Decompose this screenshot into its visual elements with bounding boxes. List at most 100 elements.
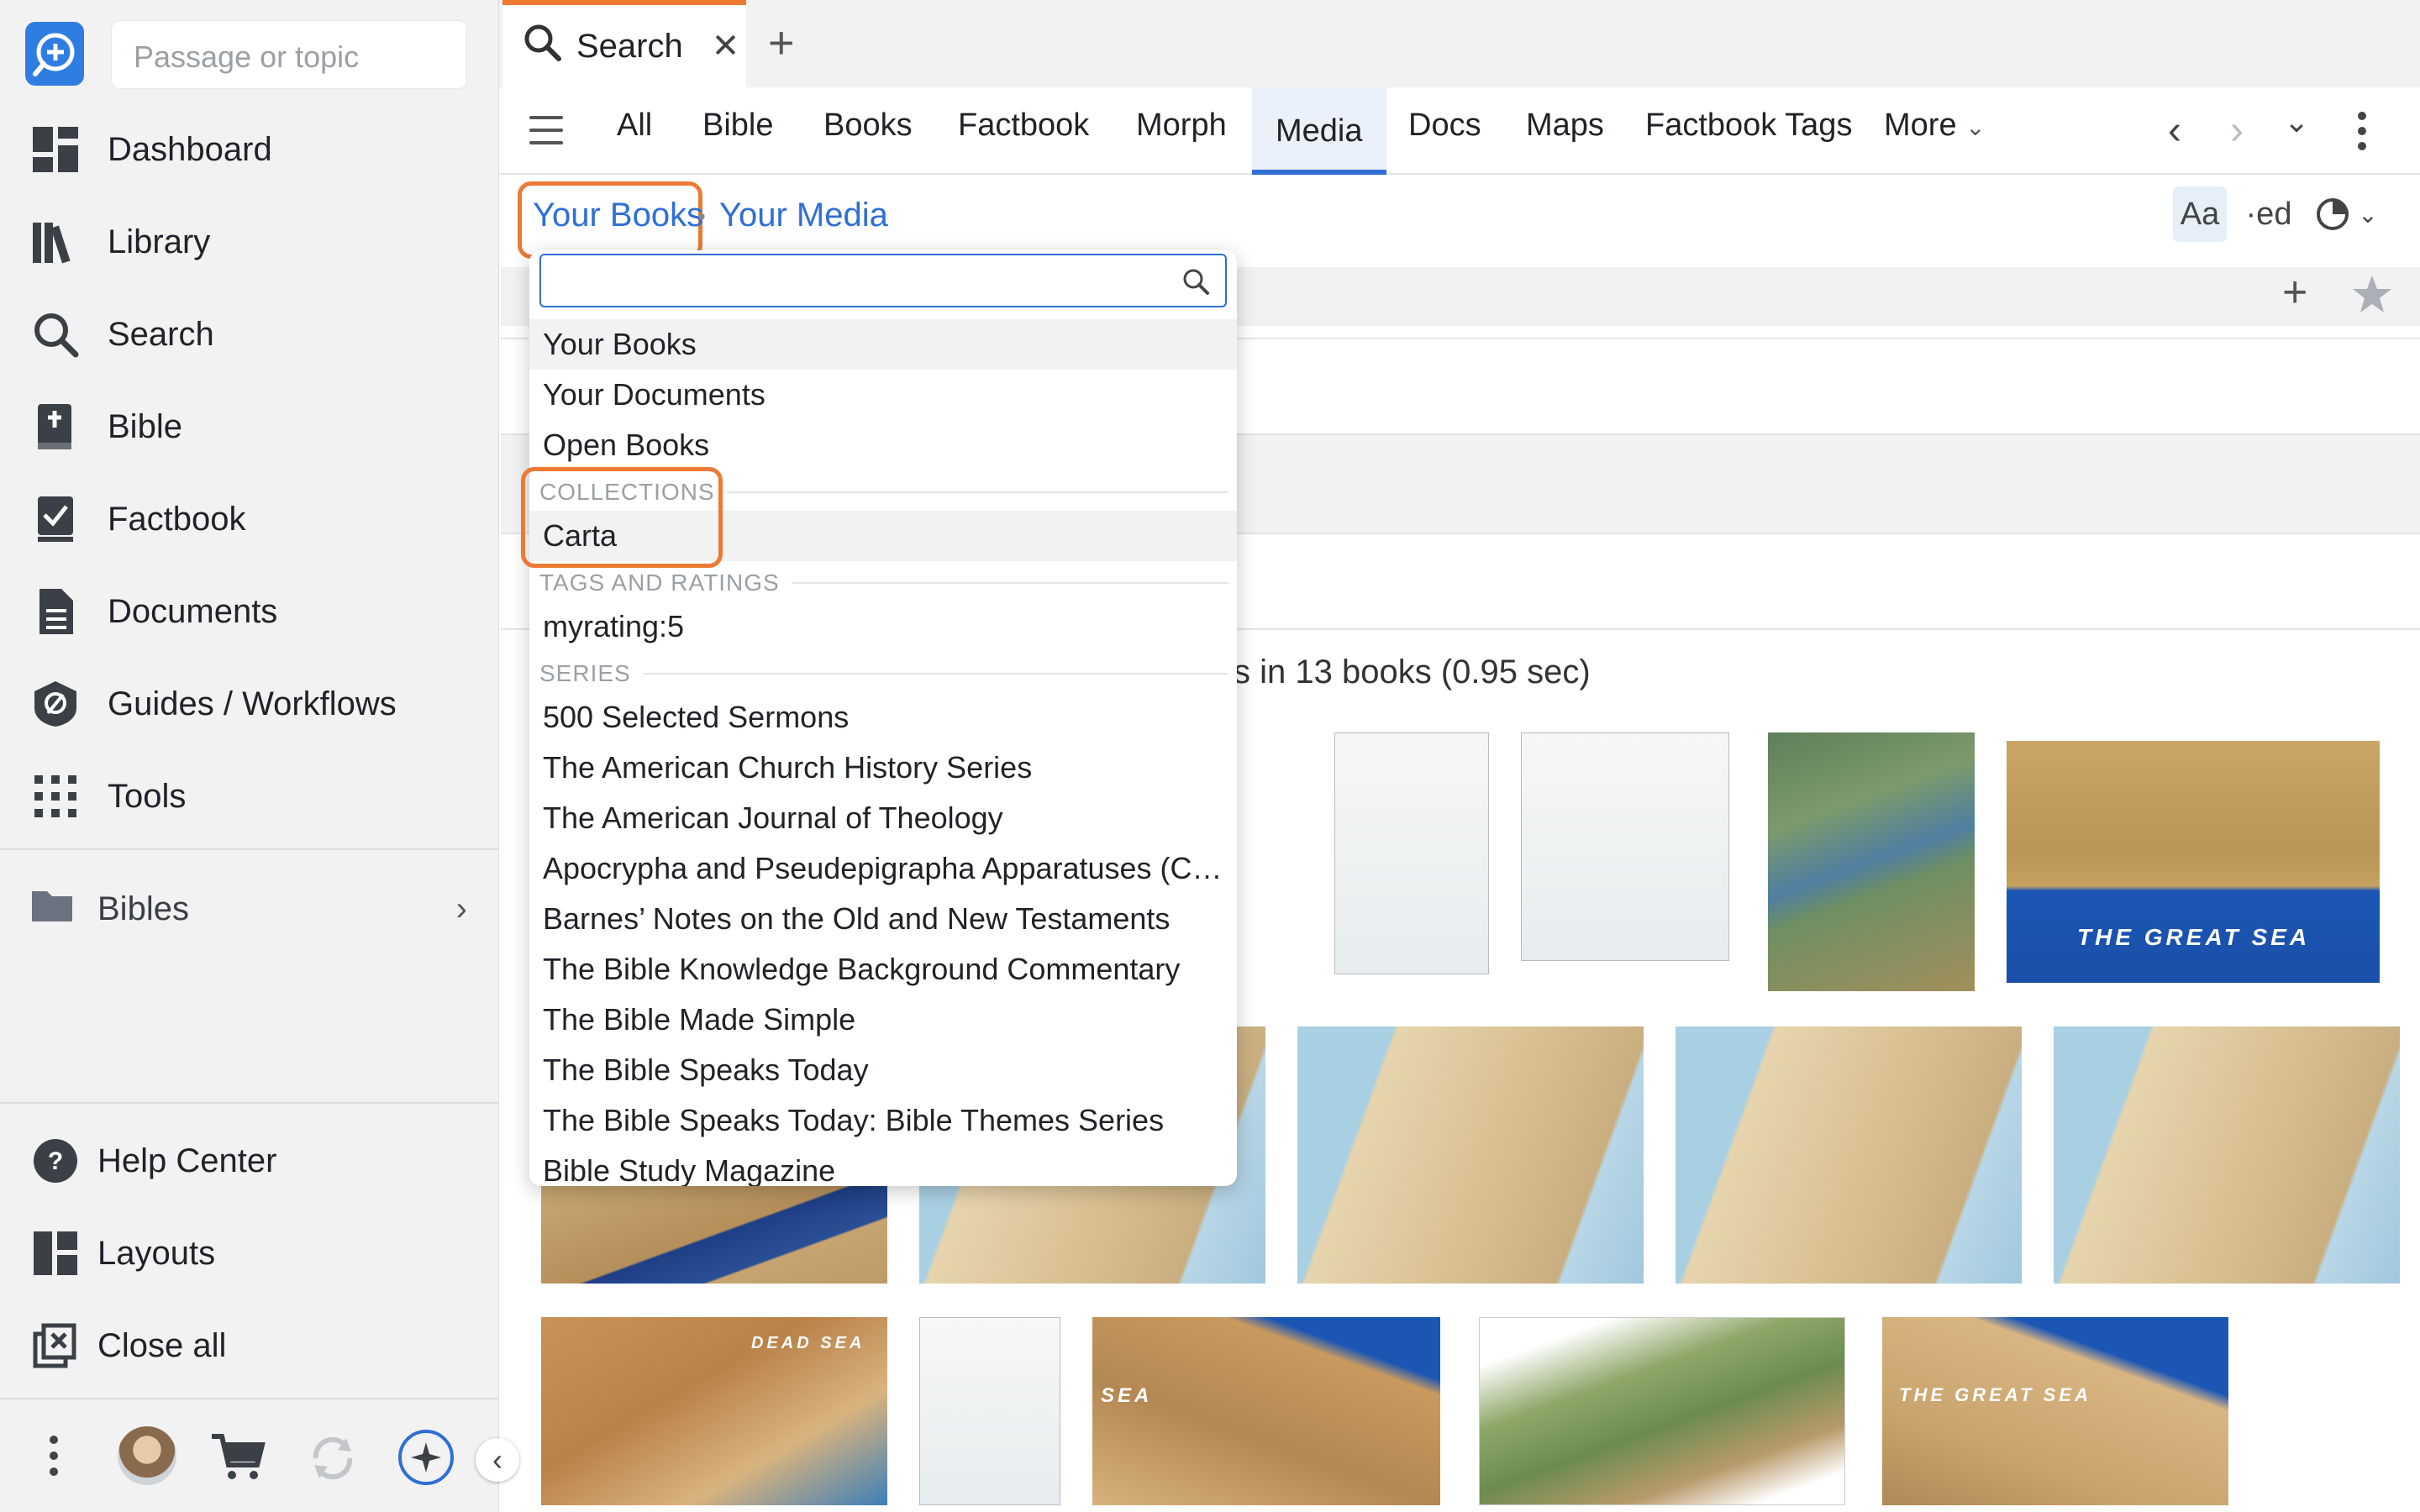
dropdown-item-series[interactable]: The Bible Knowledge Background Commentar… <box>543 944 1223 995</box>
tab-morph[interactable]: Morph <box>1136 108 1227 175</box>
sidebar-bottom-bar: ‹ <box>0 1401 519 1512</box>
sidebar-item-library[interactable]: Library <box>30 208 210 276</box>
dropdown-item-series[interactable]: 500 Selected Sermons <box>543 692 1223 743</box>
tab-media[interactable]: Media <box>1252 87 1386 175</box>
inline-edit-button[interactable]: ·ed <box>2245 186 2292 242</box>
thumbnail-caption: DEAD SEA <box>751 1334 865 1352</box>
highlight-box <box>521 467 723 568</box>
add-tab-button[interactable]: + <box>768 17 795 69</box>
dropdown-item-open-books[interactable]: Open Books <box>543 420 1223 470</box>
cart-icon[interactable] <box>210 1431 266 1486</box>
sidebar-folder-label: Bibles <box>97 890 189 927</box>
sidebar-item-close-all[interactable]: Close all <box>30 1312 226 1379</box>
avatar[interactable] <box>118 1426 176 1485</box>
passage-input[interactable]: Passage or topic <box>111 20 467 89</box>
dropdown-item-series[interactable]: The Bible Speaks Today <box>543 1045 1223 1095</box>
media-thumbnail[interactable] <box>1676 1026 2022 1284</box>
tab-docs[interactable]: Docs <box>1408 108 1481 175</box>
thumbnail-caption: THE GREAT SEA <box>2077 924 2311 950</box>
documents-icon <box>30 586 81 637</box>
search-type-nav: All Bible Books Factbook Morph Media Doc… <box>499 87 2420 175</box>
sidebar-item-label: Factbook <box>108 500 246 538</box>
header-label: TAGS AND RATINGS <box>539 570 780 596</box>
tab-maps[interactable]: Maps <box>1526 108 1604 175</box>
app-logo-icon[interactable] <box>25 22 84 86</box>
sidebar-item-label: Documents <box>108 592 278 630</box>
display-mode-icon[interactable]: ⌄ <box>2312 186 2380 242</box>
more-vertical-icon[interactable] <box>2356 111 2368 155</box>
left-sidebar: Passage or topic Dashboard Library Searc… <box>0 0 519 1512</box>
dropdown-item-your-documents[interactable]: Your Documents <box>543 370 1223 420</box>
sidebar-item-help-center[interactable]: ? Help Center <box>30 1127 276 1194</box>
dropdown-item-series[interactable]: Bible Study Magazine <box>543 1146 1223 1186</box>
dropdown-item-series[interactable]: The American Church History Series <box>543 743 1223 793</box>
more-vertical-icon[interactable] <box>47 1435 60 1481</box>
media-thumbnail[interactable] <box>1479 1317 1845 1505</box>
media-thumbnail[interactable]: THE GREAT SEA <box>2007 741 2380 983</box>
tab-factbook[interactable]: Factbook <box>958 108 1089 175</box>
tab-more[interactable]: More ⌄ <box>1884 108 1986 175</box>
layouts-icon <box>30 1228 81 1278</box>
dropdown-item-series[interactable]: The American Journal of Theology <box>543 793 1223 843</box>
menu-icon[interactable] <box>529 116 563 144</box>
media-thumbnail[interactable]: SEA <box>1092 1317 1440 1505</box>
sidebar-divider <box>0 848 499 850</box>
media-thumbnail[interactable] <box>1297 1026 1644 1284</box>
media-thumbnail[interactable] <box>1521 732 1729 961</box>
dropdown-item-series[interactable]: The Bible Speaks Today: Bible Themes Ser… <box>543 1095 1223 1146</box>
sidebar-item-bible[interactable]: Bible <box>30 393 182 460</box>
dropdown-item-series[interactable]: The Bible Made Simple <box>543 995 1223 1045</box>
close-tab-icon[interactable]: ✕ <box>712 27 740 66</box>
sidebar-item-guides[interactable]: Guides / Workflows <box>30 670 397 738</box>
media-thumbnail[interactable]: THE GREAT SEA <box>1882 1317 2228 1505</box>
search-icon <box>1181 267 1210 300</box>
font-size-button[interactable]: Aa <box>2173 186 2227 242</box>
dropdown-header-series: SERIES <box>539 657 1228 690</box>
breadcrumb-separator: • <box>697 203 706 229</box>
sidebar-item-dashboard[interactable]: Dashboard <box>30 116 272 183</box>
media-thumbnail[interactable] <box>541 1184 887 1284</box>
sync-icon[interactable] <box>308 1433 358 1488</box>
star-icon[interactable] <box>2351 274 2393 318</box>
chevron-down-icon: ⌄ <box>1965 114 1986 140</box>
history-dropdown-icon[interactable]: ⌄ <box>2284 104 2309 139</box>
dashboard-icon <box>30 124 81 175</box>
tab-search[interactable]: Search ✕ <box>502 0 746 87</box>
sidebar-divider <box>0 1102 499 1104</box>
dropdown-item-your-books[interactable]: Your Books <box>529 319 1237 370</box>
media-thumbnail[interactable] <box>919 1317 1060 1505</box>
sidebar-item-layouts[interactable]: Layouts <box>30 1220 215 1287</box>
back-arrow-icon[interactable]: ‹ <box>2168 108 2181 154</box>
sidebar-item-documents[interactable]: Documents <box>30 578 277 645</box>
scope-your-books-link[interactable]: Your Books <box>533 197 703 234</box>
dropdown-item-tag[interactable]: myrating:5 <box>543 601 1223 652</box>
media-thumbnail[interactable]: DEAD SEA <box>541 1317 887 1505</box>
scope-search-input[interactable] <box>539 254 1227 307</box>
sidebar-folder-bibles[interactable]: Bibles › <box>30 884 467 934</box>
ai-assistant-icon[interactable] <box>398 1430 454 1485</box>
tab-bible[interactable]: Bible <box>702 108 774 175</box>
svg-text:?: ? <box>48 1147 63 1175</box>
tab-books[interactable]: Books <box>823 108 913 175</box>
media-thumbnail[interactable] <box>2054 1026 2400 1284</box>
add-filter-icon[interactable]: + <box>2282 267 2307 318</box>
media-thumbnail[interactable] <box>1334 732 1489 974</box>
sidebar-item-label: Close all <box>97 1326 227 1364</box>
thumbnail-caption: SEA <box>1101 1384 1153 1407</box>
close-all-icon <box>30 1320 81 1371</box>
search-icon <box>30 309 81 360</box>
media-thumbnail[interactable] <box>1768 732 1975 991</box>
sidebar-item-search[interactable]: Search <box>30 301 214 368</box>
collapse-sidebar-button[interactable]: ‹ <box>476 1438 519 1482</box>
sidebar-divider <box>0 1398 499 1399</box>
scope-your-media-link[interactable]: Your Media <box>719 197 888 234</box>
dropdown-item-series[interactable]: Apocrypha and Pseudepigrapha Apparatuses… <box>543 843 1223 894</box>
forward-arrow-icon[interactable]: › <box>2230 108 2244 154</box>
thumbnail-caption: THE GREAT SEA <box>1899 1384 2091 1405</box>
sidebar-item-factbook[interactable]: Factbook <box>30 486 246 553</box>
tab-all[interactable]: All <box>617 108 652 175</box>
sidebar-item-tools[interactable]: Tools <box>30 763 186 830</box>
tab-factbook-tags[interactable]: Factbook Tags <box>1645 108 1852 175</box>
dropdown-item-series[interactable]: Barnes’ Notes on the Old and New Testame… <box>543 894 1223 944</box>
scope-dropdown: Your Books Your Documents Open Books COL… <box>529 250 1237 1186</box>
